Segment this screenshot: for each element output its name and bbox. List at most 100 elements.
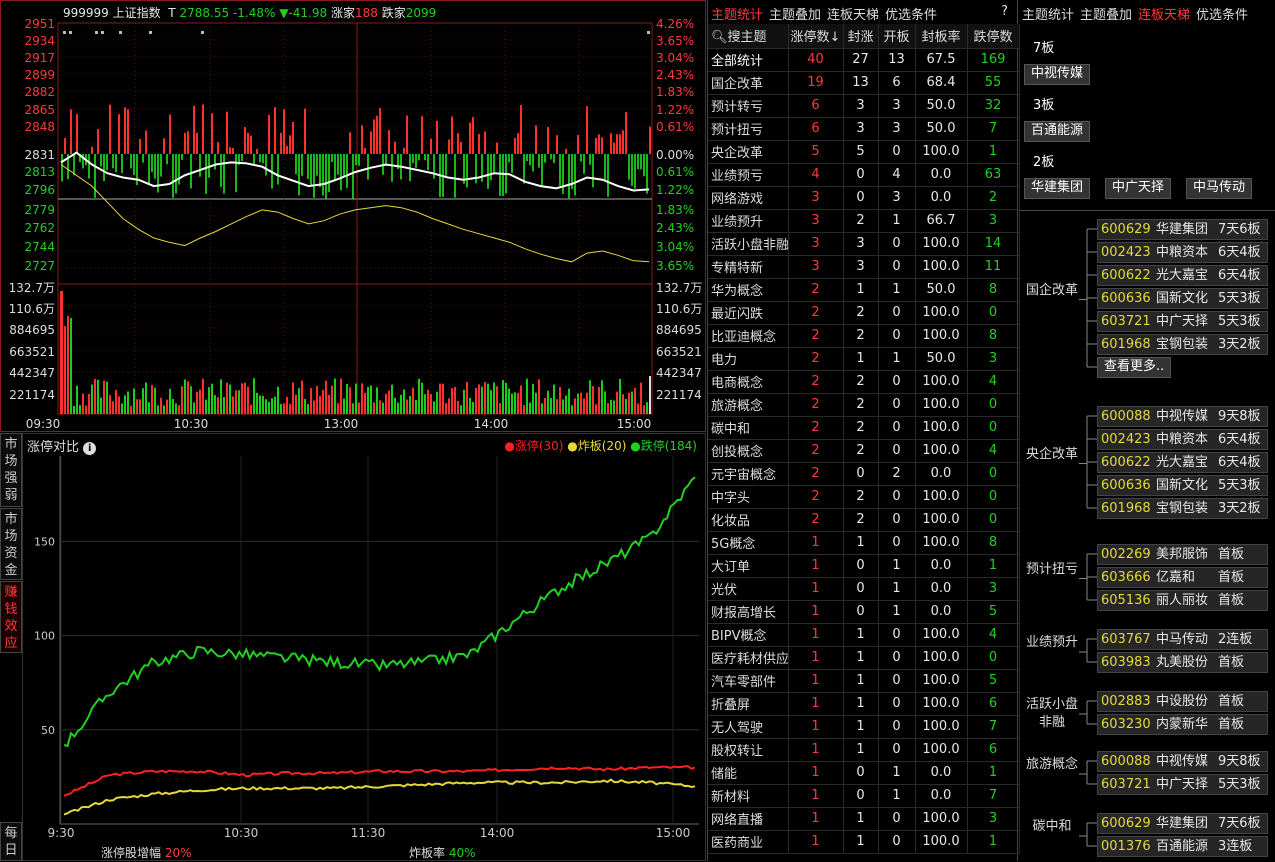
seal-rate: 100.0 bbox=[915, 324, 968, 348]
seal-rate: 100.0 bbox=[915, 439, 968, 463]
compare-chart[interactable]: 50 100 150 9:30 10:30 11:30 14:00 15:00 bbox=[23, 434, 707, 862]
theme-row[interactable]: 华为概念 2 1 1 50.0 8 bbox=[708, 278, 1020, 302]
tab-market-strength[interactable]: 市场强弱 bbox=[0, 433, 22, 507]
limit-down-count: 0 bbox=[967, 416, 1020, 440]
theme-row[interactable]: 全部统计 40 27 13 67.5 169 bbox=[708, 48, 1020, 72]
col-limit-down[interactable]: 跌停数 bbox=[967, 24, 1020, 49]
theme-row[interactable]: 大订单 1 0 1 0.0 1 bbox=[708, 554, 1020, 578]
theme-row[interactable]: 央企改革 5 5 0 100.0 1 bbox=[708, 140, 1020, 164]
tab-ladder-2[interactable]: 连板天梯 bbox=[1138, 8, 1190, 23]
event-marker[interactable] bbox=[63, 31, 66, 34]
theme-row[interactable]: 业绩预亏 4 0 4 0.0 63 bbox=[708, 163, 1020, 187]
theme-row[interactable]: 储能 1 0 1 0.0 1 bbox=[708, 761, 1020, 785]
event-marker[interactable] bbox=[201, 31, 204, 34]
theme-row[interactable]: 新材料 1 0 1 0.0 7 bbox=[708, 784, 1020, 808]
breadth-bar bbox=[532, 154, 534, 172]
limit-up-count: 1 bbox=[788, 784, 844, 808]
theme-row[interactable]: 无人驾驶 1 1 0 100.0 7 bbox=[708, 715, 1020, 739]
theme-row[interactable]: 中字头 2 2 0 100.0 0 bbox=[708, 485, 1020, 509]
help-button[interactable]: ? bbox=[1001, 4, 1008, 19]
limit-down-count: 3 bbox=[967, 577, 1020, 601]
theme-row[interactable]: 折叠屏 1 1 0 100.0 6 bbox=[708, 692, 1020, 716]
theme-row[interactable]: 网络游戏 3 0 3 0.0 2 bbox=[708, 186, 1020, 210]
volume-bar bbox=[277, 386, 279, 414]
ladder-stock-button[interactable]: 华建集团 bbox=[1024, 178, 1091, 199]
volume-bar bbox=[280, 404, 282, 414]
col-sealed[interactable]: 封涨 bbox=[843, 24, 879, 49]
theme-row[interactable]: 网络直播 1 1 0 100.0 3 bbox=[708, 807, 1020, 831]
breadth-bar bbox=[520, 105, 522, 154]
event-marker[interactable] bbox=[101, 31, 104, 34]
col-seal-rate[interactable]: 封板率 bbox=[915, 24, 968, 49]
theme-row[interactable]: 股权转让 1 1 0 100.0 6 bbox=[708, 738, 1020, 762]
pct-axis-label: 3.04% bbox=[656, 240, 694, 254]
theme-row[interactable]: 创投概念 2 2 0 100.0 4 bbox=[708, 439, 1020, 463]
theme-row[interactable]: 专精特新 3 3 0 100.0 11 bbox=[708, 255, 1020, 279]
limit-down-count: 3 bbox=[967, 347, 1020, 371]
theme-row[interactable]: 预计扭亏 6 3 3 50.0 7 bbox=[708, 117, 1020, 141]
theme-row[interactable]: 5G概念 1 1 0 100.0 8 bbox=[708, 531, 1020, 555]
event-marker[interactable] bbox=[149, 31, 152, 34]
theme-row[interactable]: 业绩预升 3 2 1 66.7 3 bbox=[708, 209, 1020, 233]
breadth-bar bbox=[553, 154, 555, 163]
theme-name: 5G概念 bbox=[708, 531, 789, 555]
volume-bar bbox=[205, 399, 207, 414]
ladder-stock-button[interactable]: 中马传动 bbox=[1186, 178, 1253, 199]
event-marker[interactable] bbox=[69, 31, 72, 34]
breadth-bar bbox=[436, 120, 438, 154]
breadth-bar bbox=[541, 154, 543, 186]
volume-bar bbox=[517, 392, 519, 414]
tab-theme-stats[interactable]: 主题统计 bbox=[711, 8, 763, 23]
event-marker[interactable] bbox=[95, 31, 98, 34]
index-chart[interactable]: 2951 2934 2917 2899 2882 2865 2848 2831 2813 2796… bbox=[1, 1, 707, 433]
theme-row[interactable]: 光伏 1 0 1 0.0 3 bbox=[708, 577, 1020, 601]
col-limit-up[interactable]: 涨停数↓ bbox=[788, 24, 844, 49]
breadth-bar bbox=[337, 154, 339, 175]
theme-row[interactable]: 汽车零部件 1 1 0 100.0 5 bbox=[708, 669, 1020, 693]
theme-row[interactable]: 元宇宙概念 2 0 2 0.0 0 bbox=[708, 462, 1020, 486]
breadth-bar bbox=[346, 154, 348, 188]
theme-row[interactable]: 财报高增长 1 0 1 0.0 5 bbox=[708, 600, 1020, 624]
theme-row[interactable]: BIPV概念 1 1 0 100.0 4 bbox=[708, 623, 1020, 647]
limit-up-count: 2 bbox=[788, 301, 844, 325]
tab-daily[interactable]: 每日 bbox=[0, 822, 22, 861]
tab-preferred-2[interactable]: 优选条件 bbox=[1196, 8, 1248, 23]
tab-preferred[interactable]: 优选条件 bbox=[885, 8, 937, 23]
breadth-bar bbox=[235, 154, 237, 193]
theme-row[interactable]: 化妆品 2 2 0 100.0 0 bbox=[708, 508, 1020, 532]
tab-ladder[interactable]: 连板天梯 bbox=[827, 8, 879, 23]
theme-row[interactable]: 国企改革 19 13 6 68.4 55 bbox=[708, 71, 1020, 95]
theme-row[interactable]: 碳中和 2 2 0 100.0 0 bbox=[708, 416, 1020, 440]
ladder-stock-button[interactable]: 百通能源 bbox=[1024, 121, 1091, 142]
breadth-bar bbox=[622, 130, 624, 154]
tab-money-effect[interactable]: 赚钱效应 bbox=[0, 581, 22, 653]
col-opened[interactable]: 开板 bbox=[878, 24, 916, 49]
tab-theme-overlay[interactable]: 主题叠加 bbox=[769, 8, 821, 23]
theme-row[interactable]: 活跃小盘非融 3 3 0 100.0 14 bbox=[708, 232, 1020, 256]
search-theme[interactable]: 🔍︎搜主题 bbox=[708, 24, 789, 49]
volume-bar bbox=[538, 379, 540, 414]
theme-row[interactable]: 医疗耗材供应链110100.00 bbox=[708, 646, 1020, 670]
tab-theme-stats-2[interactable]: 主题统计 bbox=[1022, 8, 1074, 23]
theme-row[interactable]: 比亚迪概念 2 2 0 100.0 8 bbox=[708, 324, 1020, 348]
theme-row[interactable]: 电力 2 1 1 50.0 3 bbox=[708, 347, 1020, 371]
breadth-bar bbox=[277, 154, 279, 185]
volume-bar bbox=[613, 400, 615, 414]
tab-market-funds[interactable]: 市场资金 bbox=[0, 508, 22, 580]
theme-row[interactable]: 最近闪跌 2 2 0 100.0 0 bbox=[708, 301, 1020, 325]
theme-row[interactable]: 电商概念 2 2 0 100.0 4 bbox=[708, 370, 1020, 394]
theme-row[interactable]: 旅游概念 2 2 0 100.0 0 bbox=[708, 393, 1020, 417]
event-marker[interactable] bbox=[119, 31, 122, 34]
ladder-stock-button[interactable]: 中广天择 bbox=[1105, 178, 1172, 199]
breadth-bar bbox=[598, 134, 600, 154]
theme-row[interactable]: 医药商业 1 1 0 100.0 1 bbox=[708, 830, 1020, 854]
ladder-stock-button[interactable]: 中视传媒 bbox=[1024, 64, 1091, 85]
theme-name: 无人驾驶 bbox=[708, 715, 789, 739]
seal-rate: 100.0 bbox=[915, 508, 968, 532]
theme-name: 大订单 bbox=[708, 554, 789, 578]
breadth-bar bbox=[640, 154, 642, 170]
opened-count: 1 bbox=[878, 347, 916, 371]
tab-theme-overlay-2[interactable]: 主题叠加 bbox=[1080, 8, 1132, 23]
event-marker[interactable] bbox=[647, 31, 650, 34]
theme-row[interactable]: 预计转亏 6 3 3 50.0 32 bbox=[708, 94, 1020, 118]
